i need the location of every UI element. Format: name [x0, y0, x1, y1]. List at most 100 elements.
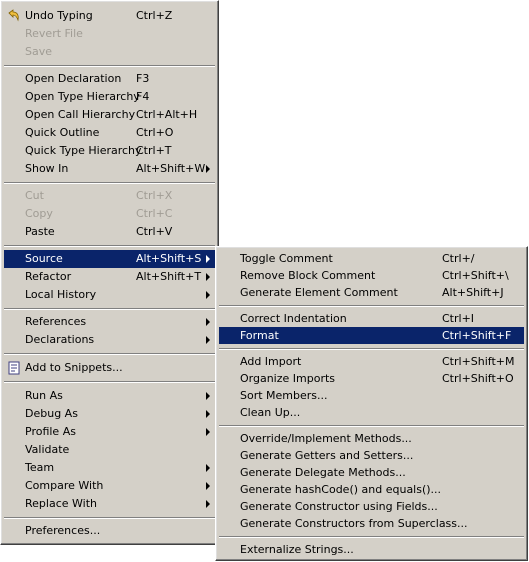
menu-item-label: Debug As — [25, 407, 78, 420]
menu-item-label: Clean Up... — [240, 406, 301, 419]
submenu-item-toggle-comment[interactable]: Toggle Comment Ctrl+/ — [219, 250, 524, 267]
menu-item-label: Revert File — [25, 27, 83, 40]
menu-item-refactor[interactable]: Refactor Alt+Shift+T — [4, 268, 215, 286]
menu-item-quick-type-hierarchy[interactable]: Quick Type Hierarchy Ctrl+T — [4, 142, 215, 160]
menu-item-label: Profile As — [25, 425, 76, 438]
submenu-arrow-icon — [206, 336, 210, 344]
menu-item-shortcut: Ctrl+Shift+O — [442, 372, 514, 385]
submenu-item-generate-constructors-superclass[interactable]: Generate Constructors from Superclass... — [219, 515, 524, 532]
snippets-icon — [8, 361, 20, 375]
menu-item-shortcut: Ctrl+T — [136, 144, 172, 157]
menu-item-source[interactable]: Source Alt+Shift+S — [4, 250, 215, 268]
submenu-arrow-icon — [206, 273, 210, 281]
menu-item-label: Paste — [25, 225, 55, 238]
menu-item-label: Cut — [25, 189, 44, 202]
menu-item-paste[interactable]: Paste Ctrl+V — [4, 223, 215, 241]
menu-item-run-as[interactable]: Run As — [4, 387, 215, 405]
submenu-item-externalize-strings[interactable]: Externalize Strings... — [219, 541, 524, 558]
menu-separator — [4, 517, 215, 519]
menu-item-team[interactable]: Team — [4, 459, 215, 477]
source-submenu: Toggle Comment Ctrl+/ Remove Block Comme… — [215, 246, 528, 561]
menu-item-cut[interactable]: Cut Ctrl+X — [4, 187, 215, 205]
menu-item-label: Toggle Comment — [240, 252, 333, 265]
submenu-item-override-implement-methods[interactable]: Override/Implement Methods... — [219, 430, 524, 447]
menu-item-save[interactable]: Save — [4, 43, 215, 61]
menu-item-add-to-snippets[interactable]: Add to Snippets... — [4, 359, 215, 377]
context-menu: Undo Typing Ctrl+Z Revert File Save Open… — [0, 0, 219, 545]
menu-item-open-declaration[interactable]: Open Declaration F3 — [4, 70, 215, 88]
menu-item-show-in[interactable]: Show In Alt+Shift+W — [4, 160, 215, 178]
menu-item-label: Preferences... — [25, 524, 101, 537]
menu-item-shortcut: F3 — [136, 72, 150, 85]
menu-item-declarations[interactable]: Declarations — [4, 331, 215, 349]
menu-item-shortcut: Ctrl+X — [136, 189, 173, 202]
menu-item-shortcut: Ctrl+Z — [136, 9, 173, 22]
menu-separator — [4, 381, 215, 383]
menu-item-label: Open Type Hierarchy — [25, 90, 140, 103]
submenu-item-generate-hashcode-equals[interactable]: Generate hashCode() and equals()... — [219, 481, 524, 498]
submenu-item-sort-members[interactable]: Sort Members... — [219, 387, 524, 404]
menu-item-label: Sort Members... — [240, 389, 328, 402]
menu-item-local-history[interactable]: Local History — [4, 286, 215, 304]
menu-item-label: Generate Element Comment — [240, 286, 398, 299]
submenu-arrow-icon — [206, 291, 210, 299]
menu-item-references[interactable]: References — [4, 313, 215, 331]
submenu-item-clean-up[interactable]: Clean Up... — [219, 404, 524, 421]
menu-separator — [4, 245, 215, 247]
submenu-item-organize-imports[interactable]: Organize Imports Ctrl+Shift+O — [219, 370, 524, 387]
submenu-item-generate-constructor-fields[interactable]: Generate Constructor using Fields... — [219, 498, 524, 515]
menu-item-shortcut: Ctrl+I — [442, 312, 475, 325]
menu-separator — [219, 348, 524, 350]
menu-item-replace-with[interactable]: Replace With — [4, 495, 215, 513]
submenu-arrow-icon — [206, 165, 210, 173]
menu-item-label: Show In — [25, 162, 69, 175]
menu-item-profile-as[interactable]: Profile As — [4, 423, 215, 441]
menu-item-shortcut: Ctrl+Alt+H — [136, 108, 198, 121]
submenu-arrow-icon — [206, 255, 210, 263]
menu-item-label: Correct Indentation — [240, 312, 347, 325]
menu-item-shortcut: Ctrl+Shift+M — [442, 355, 515, 368]
menu-item-label: Local History — [25, 288, 97, 301]
menu-item-quick-outline[interactable]: Quick Outline Ctrl+O — [4, 124, 215, 142]
menu-item-open-type-hierarchy[interactable]: Open Type Hierarchy F4 — [4, 88, 215, 106]
menu-item-shortcut: Ctrl+V — [136, 225, 173, 238]
menu-item-copy[interactable]: Copy Ctrl+C — [4, 205, 215, 223]
menu-separator — [4, 353, 215, 355]
submenu-arrow-icon — [206, 318, 210, 326]
menu-item-validate[interactable]: Validate — [4, 441, 215, 459]
submenu-item-add-import[interactable]: Add Import Ctrl+Shift+M — [219, 353, 524, 370]
menu-item-preferences[interactable]: Preferences... — [4, 522, 215, 540]
menu-item-open-call-hierarchy[interactable]: Open Call Hierarchy Ctrl+Alt+H — [4, 106, 215, 124]
menu-item-label: References — [25, 315, 87, 328]
menu-separator — [219, 425, 524, 427]
submenu-item-generate-delegate-methods[interactable]: Generate Delegate Methods... — [219, 464, 524, 481]
submenu-item-correct-indentation[interactable]: Correct Indentation Ctrl+I — [219, 310, 524, 327]
menu-item-label: Generate Delegate Methods... — [240, 466, 406, 479]
menu-item-compare-with[interactable]: Compare With — [4, 477, 215, 495]
menu-item-label: Generate Getters and Setters... — [240, 449, 414, 462]
submenu-item-generate-element-comment[interactable]: Generate Element Comment Alt+Shift+J — [219, 284, 524, 301]
menu-item-label: Generate hashCode() and equals()... — [240, 483, 442, 496]
menu-item-shortcut: Ctrl+C — [136, 207, 173, 220]
menu-item-label: Run As — [25, 389, 63, 402]
submenu-item-generate-getters-setters[interactable]: Generate Getters and Setters... — [219, 447, 524, 464]
menu-item-revert-file[interactable]: Revert File — [4, 25, 215, 43]
menu-item-label: Open Declaration — [25, 72, 122, 85]
submenu-item-format[interactable]: Format Ctrl+Shift+F — [219, 327, 524, 344]
menu-item-label: Refactor — [25, 270, 72, 283]
menu-item-label: Override/Implement Methods... — [240, 432, 412, 445]
menu-item-label: Team — [25, 461, 55, 474]
submenu-arrow-icon — [206, 428, 210, 436]
menu-item-label: Remove Block Comment — [240, 269, 376, 282]
submenu-item-remove-block-comment[interactable]: Remove Block Comment Ctrl+Shift+\ — [219, 267, 524, 284]
menu-item-label: Source — [25, 252, 63, 265]
menu-item-label: Organize Imports — [240, 372, 336, 385]
menu-separator — [4, 65, 215, 67]
menu-item-debug-as[interactable]: Debug As — [4, 405, 215, 423]
menu-item-shortcut: Ctrl+/ — [442, 252, 475, 265]
menu-item-undo-typing[interactable]: Undo Typing Ctrl+Z — [4, 7, 215, 25]
menu-item-label: Declarations — [25, 333, 95, 346]
menu-item-label: Add Import — [240, 355, 302, 368]
menu-separator — [219, 536, 524, 538]
menu-item-shortcut: Alt+Shift+S — [136, 252, 202, 265]
